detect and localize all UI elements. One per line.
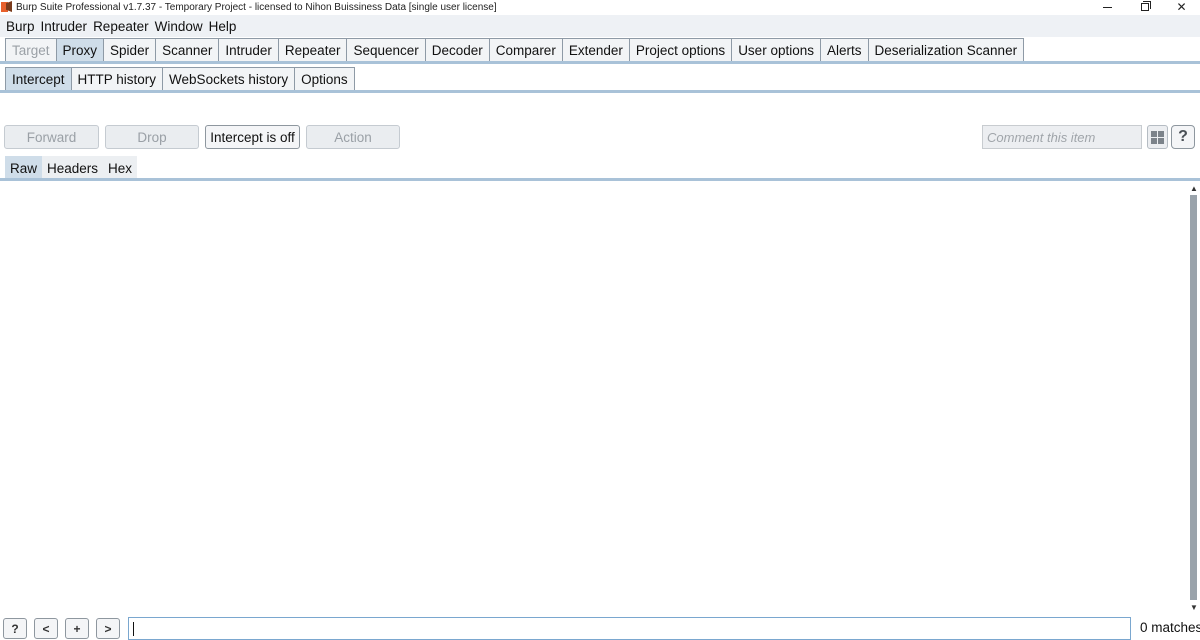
proxy-sub-tab-bar: Intercept HTTP history WebSockets histor… bbox=[0, 67, 1200, 93]
drop-button[interactable]: Drop bbox=[105, 125, 199, 149]
close-icon: ✕ bbox=[1176, 0, 1187, 14]
message-editor-tabs: Raw Headers Hex bbox=[5, 155, 138, 180]
menu-help[interactable]: Help bbox=[206, 19, 240, 34]
tab-intercept[interactable]: Intercept bbox=[5, 67, 72, 90]
menu-bar: Burp Intruder Repeater Window Help bbox=[0, 15, 1200, 37]
tab-spider[interactable]: Spider bbox=[103, 38, 157, 61]
next-match-button[interactable]: > bbox=[96, 618, 120, 639]
window-controls: ✕ bbox=[1089, 0, 1200, 14]
window-title: Burp Suite Professional v1.7.37 - Tempor… bbox=[16, 1, 497, 13]
tab-extender[interactable]: Extender bbox=[561, 38, 630, 61]
tab-websockets-history[interactable]: WebSockets history bbox=[162, 67, 296, 90]
message-editor[interactable] bbox=[0, 181, 1188, 613]
minimize-button[interactable] bbox=[1089, 0, 1126, 14]
menu-burp[interactable]: Burp bbox=[3, 19, 38, 34]
scrollbar-thumb[interactable] bbox=[1190, 195, 1197, 600]
tab-user-options[interactable]: User options bbox=[731, 38, 821, 61]
search-input[interactable] bbox=[129, 618, 1130, 639]
tab-http-history[interactable]: HTTP history bbox=[70, 67, 164, 90]
tab-scanner[interactable]: Scanner bbox=[155, 38, 220, 61]
menu-window[interactable]: Window bbox=[152, 19, 206, 34]
tab-decoder[interactable]: Decoder bbox=[424, 38, 490, 61]
tab-options[interactable]: Options bbox=[294, 67, 355, 90]
tab-raw[interactable]: Raw bbox=[5, 156, 43, 180]
restore-icon bbox=[1140, 1, 1151, 11]
search-field[interactable] bbox=[128, 617, 1131, 640]
tab-project-options[interactable]: Project options bbox=[628, 38, 733, 61]
scroll-down-icon[interactable]: ▼ bbox=[1188, 602, 1200, 612]
tab-comparer[interactable]: Comparer bbox=[488, 38, 563, 61]
main-tab-bar: Target Proxy Spider Scanner Intruder Rep… bbox=[0, 38, 1200, 64]
tab-intruder[interactable]: Intruder bbox=[218, 38, 279, 61]
action-button[interactable]: Action bbox=[306, 125, 400, 149]
add-search-button[interactable]: + bbox=[65, 618, 89, 639]
grid-icon bbox=[1151, 130, 1164, 144]
tab-hex[interactable]: Hex bbox=[103, 156, 138, 180]
help-button[interactable]: ? bbox=[1171, 125, 1195, 149]
menu-intruder[interactable]: Intruder bbox=[38, 19, 91, 34]
layout-button[interactable] bbox=[1147, 125, 1168, 149]
menu-repeater[interactable]: Repeater bbox=[90, 19, 152, 34]
text-cursor bbox=[133, 622, 134, 636]
maximize-button[interactable] bbox=[1126, 0, 1163, 14]
burp-logo-icon bbox=[1, 1, 13, 13]
match-count: 0 matches bbox=[1140, 620, 1200, 635]
comment-field[interactable]: Comment this item bbox=[982, 125, 1142, 149]
tab-alerts[interactable]: Alerts bbox=[819, 38, 869, 61]
tab-headers[interactable]: Headers bbox=[42, 156, 104, 180]
tab-sequencer[interactable]: Sequencer bbox=[346, 38, 426, 61]
close-button[interactable]: ✕ bbox=[1163, 0, 1200, 14]
scroll-up-icon[interactable]: ▲ bbox=[1188, 183, 1200, 193]
previous-match-button[interactable]: < bbox=[34, 618, 58, 639]
intercept-toggle-button[interactable]: Intercept is off bbox=[205, 125, 300, 149]
title-bar: Burp Suite Professional v1.7.37 - Tempor… bbox=[0, 0, 1200, 14]
search-help-button[interactable]: ? bbox=[3, 618, 27, 639]
tab-deserialization-scanner[interactable]: Deserialization Scanner bbox=[867, 38, 1025, 61]
tab-repeater[interactable]: Repeater bbox=[277, 38, 348, 61]
minimize-icon bbox=[1103, 6, 1112, 8]
tab-target[interactable]: Target bbox=[5, 38, 57, 61]
forward-button[interactable]: Forward bbox=[4, 125, 99, 149]
tab-proxy[interactable]: Proxy bbox=[55, 38, 105, 61]
